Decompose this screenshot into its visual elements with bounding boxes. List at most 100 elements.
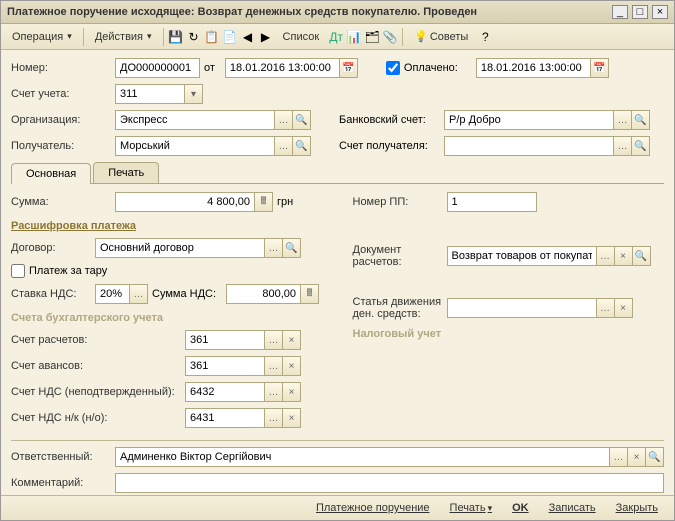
sum-calc-icon[interactable]: 🖩 <box>255 192 273 212</box>
date1-picker-icon[interactable]: 📅 <box>340 58 358 78</box>
acc-calc-input[interactable] <box>185 330 265 350</box>
vat-sum-label: Сумма НДС: <box>152 288 216 300</box>
acc-adv-input[interactable] <box>185 356 265 376</box>
sum-label: Сумма: <box>11 196 111 208</box>
doc-select-icon[interactable]: … <box>597 246 615 266</box>
contract-search-icon[interactable]: 🔍 <box>283 238 301 258</box>
from-label: от <box>204 62 215 74</box>
operation-menu[interactable]: Операция <box>5 28 79 46</box>
resp-select-icon[interactable]: … <box>610 447 628 467</box>
window-title: Платежное поручение исходящее: Возврат д… <box>7 6 477 18</box>
acc-vat1-input[interactable] <box>185 382 265 402</box>
report-icon[interactable]: 📊 <box>346 29 362 45</box>
flow-label: Статья движения ден. средств: <box>353 296 443 320</box>
org-search-icon[interactable]: 🔍 <box>293 110 311 130</box>
acc-vat1-label: Счет НДС (неподтвержденный): <box>11 386 181 398</box>
advice-button[interactable]: 💡Советы <box>407 27 475 46</box>
acc-calc-select-icon[interactable]: … <box>265 330 283 350</box>
acc-calc-label: Счет расчетов: <box>11 334 181 346</box>
vat-rate-select-icon[interactable]: … <box>130 284 148 304</box>
sum-input[interactable] <box>115 192 255 212</box>
date2-input[interactable] <box>476 58 591 78</box>
account-input[interactable] <box>115 84 185 104</box>
acc-vat2-clear-icon[interactable]: × <box>283 408 301 428</box>
doc-search-icon[interactable]: 🔍 <box>633 246 651 266</box>
acc-vat2-label: Счет НДС н/к (н/о): <box>11 412 181 424</box>
resp-input[interactable] <box>115 447 610 467</box>
acc-adv-label: Счет авансов: <box>11 360 181 372</box>
comment-label: Комментарий: <box>11 477 111 489</box>
actions-menu[interactable]: Действия <box>88 28 159 46</box>
flow-clear-icon[interactable]: × <box>615 298 633 318</box>
vat-rate-label: Ставка НДС: <box>11 288 91 300</box>
maximize-button[interactable]: □ <box>632 5 648 19</box>
vat-sum-calc-icon[interactable]: 🖩 <box>301 284 319 304</box>
recipient-select-icon[interactable]: … <box>275 136 293 156</box>
bank-search-icon[interactable]: 🔍 <box>632 110 650 130</box>
recipient-input[interactable] <box>115 136 275 156</box>
org-select-icon[interactable]: … <box>275 110 293 130</box>
comment-input[interactable] <box>115 473 664 493</box>
payorder-button[interactable]: Платежное поручение <box>308 500 438 516</box>
nav-back-icon[interactable]: ◀ <box>240 29 256 45</box>
list-button[interactable]: Список <box>276 28 327 46</box>
org-input[interactable] <box>115 110 275 130</box>
struct-icon[interactable]: 🗂 <box>364 29 380 45</box>
date2-picker-icon[interactable]: 📅 <box>591 58 609 78</box>
paid-checkbox[interactable]: Оплачено: <box>386 61 458 75</box>
minimize-button[interactable]: _ <box>612 5 628 19</box>
contract-input[interactable] <box>95 238 265 258</box>
acc-calc-clear-icon[interactable]: × <box>283 330 301 350</box>
recipient-search-icon[interactable]: 🔍 <box>293 136 311 156</box>
recip-acc-input[interactable] <box>444 136 614 156</box>
ok-button[interactable]: OK <box>504 500 537 516</box>
account-dd-icon[interactable]: ▾ <box>185 84 203 104</box>
print-button[interactable]: Печать <box>442 500 501 516</box>
acc-adv-select-icon[interactable]: … <box>265 356 283 376</box>
acc-vat2-select-icon[interactable]: … <box>265 408 283 428</box>
resp-label: Ответственный: <box>11 451 111 463</box>
close-button[interactable]: × <box>652 5 668 19</box>
decode-title: Расшифровка платежа <box>11 220 323 232</box>
vat-rate-input[interactable] <box>95 284 130 304</box>
account-label: Счет учета: <box>11 88 111 100</box>
org-label: Организация: <box>11 114 111 126</box>
attach-icon[interactable]: 📎 <box>382 29 398 45</box>
flow-input[interactable] <box>447 298 597 318</box>
pp-input[interactable] <box>447 192 537 212</box>
tab-print[interactable]: Печать <box>93 162 159 183</box>
date1-input[interactable] <box>225 58 340 78</box>
flow-select-icon[interactable]: … <box>597 298 615 318</box>
close-footer-button[interactable]: Закрыть <box>608 500 666 516</box>
acc-vat2-input[interactable] <box>185 408 265 428</box>
acc-vat1-clear-icon[interactable]: × <box>283 382 301 402</box>
save-icon[interactable]: 💾 <box>168 29 184 45</box>
bank-input[interactable] <box>444 110 614 130</box>
nav-fwd-icon[interactable]: ▶ <box>258 29 274 45</box>
tab-main[interactable]: Основная <box>11 163 91 184</box>
basis-icon[interactable]: 📄 <box>222 29 238 45</box>
advice-icon: 💡 <box>414 30 428 43</box>
contract-select-icon[interactable]: … <box>265 238 283 258</box>
bank-label: Банковский счет: <box>339 114 434 126</box>
bank-select-icon[interactable]: … <box>614 110 632 130</box>
number-input[interactable] <box>115 58 200 78</box>
refresh-icon[interactable]: ↻ <box>186 29 202 45</box>
save-button[interactable]: Записать <box>541 500 604 516</box>
post-icon[interactable]: 📋 <box>204 29 220 45</box>
contract-label: Договор: <box>11 242 91 254</box>
acc-adv-clear-icon[interactable]: × <box>283 356 301 376</box>
resp-search-icon[interactable]: 🔍 <box>646 447 664 467</box>
acc-title: Счета бухгалтерского учета <box>11 312 323 324</box>
acc-vat1-select-icon[interactable]: … <box>265 382 283 402</box>
doc-input[interactable] <box>447 246 597 266</box>
tare-checkbox[interactable]: Платеж за тару <box>11 264 323 278</box>
dtkt-icon[interactable]: Дт <box>328 29 344 45</box>
recip-acc-search-icon[interactable]: 🔍 <box>632 136 650 156</box>
tax-title: Налоговый учет <box>353 328 665 340</box>
recip-acc-select-icon[interactable]: … <box>614 136 632 156</box>
doc-clear-icon[interactable]: × <box>615 246 633 266</box>
vat-sum-input[interactable] <box>226 284 301 304</box>
resp-clear-icon[interactable]: × <box>628 447 646 467</box>
help-icon[interactable]: ? <box>477 29 493 45</box>
